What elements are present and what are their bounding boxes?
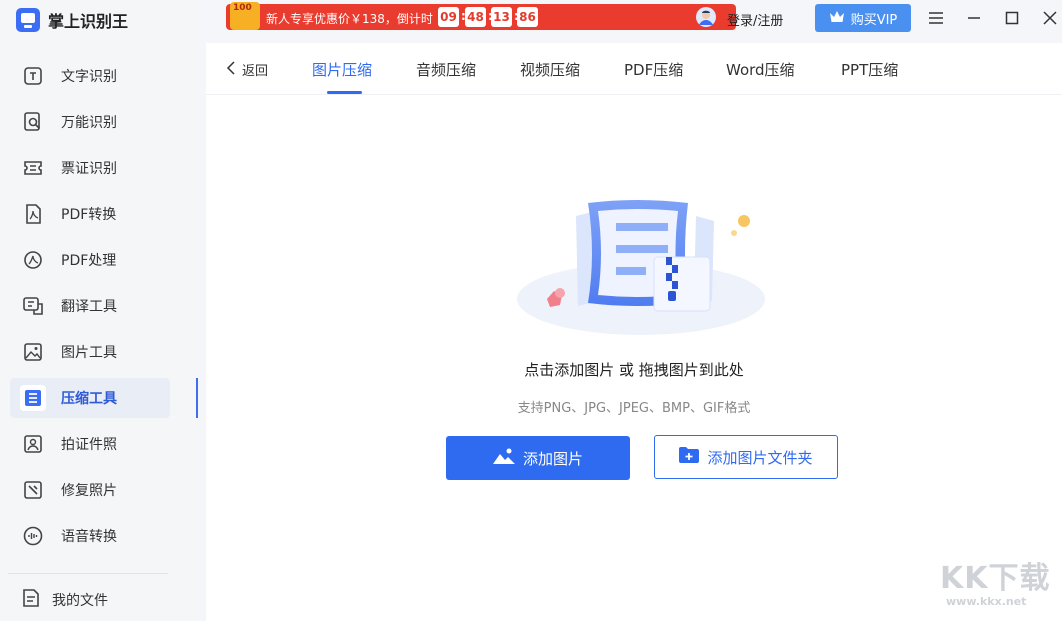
- active-tab-underline: [327, 91, 362, 94]
- tab-image-compress[interactable]: 图片压缩: [312, 59, 372, 80]
- sidebar-item-id-photo[interactable]: 拍证件照: [10, 424, 198, 464]
- watermark-url: www.kkx.net: [946, 595, 1027, 608]
- buy-vip-button[interactable]: 购买VIP: [815, 4, 911, 32]
- universal-recognition-icon: [20, 109, 46, 135]
- close-icon[interactable]: [1040, 8, 1060, 28]
- tab-ppt-compress[interactable]: PPT压缩: [841, 59, 898, 80]
- countdown-ms: 86: [517, 7, 538, 27]
- sidebar-item-label: 拍证件照: [61, 437, 117, 453]
- sidebar-item-label: 语音转换: [61, 529, 117, 545]
- tab-bar: 返回 图片压缩 音频压缩 视频压缩 PDF压缩 Word压缩 PPT压缩: [206, 43, 1062, 95]
- login-label: 登录/注册: [727, 13, 784, 29]
- sidebar-item-label: 压缩工具: [61, 391, 117, 407]
- sidebar-item-pdf-convert[interactable]: PDF转换: [10, 194, 198, 234]
- coupon-badge-text: 100: [233, 3, 252, 13]
- sidebar: 掌上识别王 文字识别 万能识别 票证识别 PDF转换 PDF处理 翻译工具 图片…: [0, 0, 198, 621]
- compress-icon: [20, 385, 46, 411]
- site-watermark: KK下载 www.kkx.net: [940, 561, 1051, 609]
- sidebar-item-label: 翻译工具: [61, 299, 117, 315]
- sidebar-item-label: 票证识别: [61, 161, 117, 177]
- add-image-button[interactable]: 添加图片: [446, 436, 630, 480]
- promo-text: 新人专享优惠价￥138，倒计时: [266, 12, 433, 26]
- minimize-icon[interactable]: [964, 8, 984, 28]
- tab-audio-compress[interactable]: 音频压缩: [416, 59, 476, 80]
- pdf-process-icon: [20, 247, 46, 273]
- buy-vip-label: 购买VIP: [850, 12, 898, 28]
- add-folder-button[interactable]: 添加图片文件夹: [654, 435, 838, 479]
- sidebar-item-label: PDF处理: [61, 253, 117, 269]
- app-title: 掌上识别王: [48, 12, 129, 31]
- back-button[interactable]: 返回: [226, 60, 268, 79]
- app-logo: 掌上识别王: [16, 8, 128, 32]
- sidebar-item-label: 图片工具: [61, 345, 117, 361]
- my-files-button[interactable]: 我的文件: [20, 588, 108, 612]
- ticket-recognition-icon: [20, 155, 46, 181]
- image-tools-icon: [20, 339, 46, 365]
- dropzone-formats: 支持PNG、JPG、JPEG、BMP、GIF格式: [517, 401, 751, 416]
- login-button[interactable]: 登录/注册: [695, 6, 783, 32]
- tab-video-compress[interactable]: 视频压缩: [520, 59, 580, 80]
- sidebar-item-label: 万能识别: [61, 115, 117, 131]
- voice-convert-icon: [20, 523, 46, 549]
- tab-word-compress[interactable]: Word压缩: [726, 59, 795, 80]
- dropzone-title: 点击添加图片 或 拖拽图片到此处: [524, 361, 744, 379]
- sidebar-item-label: 文字识别: [61, 69, 117, 85]
- sidebar-item-photo-repair[interactable]: 修复照片: [10, 470, 198, 510]
- countdown-seconds: 13: [491, 7, 512, 27]
- translate-icon: [20, 293, 46, 319]
- watermark-text: KK下载: [940, 561, 1051, 596]
- compress-illustration[interactable]: [516, 171, 776, 345]
- add-folder-label: 添加图片文件夹: [707, 448, 813, 467]
- active-indicator: [196, 378, 198, 418]
- sidebar-item-universal-recognition[interactable]: 万能识别: [10, 102, 198, 142]
- promo-banner[interactable]: 100 新人专享优惠价￥138，倒计时 09 : 48 : 13 : 86: [226, 2, 736, 30]
- back-label: 返回: [242, 64, 269, 79]
- sidebar-item-pdf-process[interactable]: PDF处理: [10, 240, 198, 280]
- sidebar-item-compress[interactable]: 压缩工具: [10, 378, 170, 418]
- countdown-minutes: 48: [465, 7, 486, 27]
- sidebar-item-voice-convert[interactable]: 语音转换: [10, 516, 198, 556]
- crown-icon: [829, 9, 845, 28]
- sidebar-item-label: 修复照片: [61, 483, 117, 499]
- document-icon: [20, 587, 42, 613]
- tab-pdf-compress[interactable]: PDF压缩: [624, 59, 683, 80]
- title-bar: 100 新人专享优惠价￥138，倒计时 09 : 48 : 13 : 86 登录…: [198, 0, 1062, 40]
- sidebar-item-text-recognition[interactable]: 文字识别: [10, 56, 198, 96]
- maximize-icon[interactable]: [1002, 8, 1022, 28]
- avatar-icon: [695, 6, 717, 32]
- chevron-left-icon: [226, 60, 236, 79]
- sidebar-item-ticket-recognition[interactable]: 票证识别: [10, 148, 198, 188]
- countdown-hours: 09: [438, 7, 459, 27]
- folder-add-icon: [679, 447, 700, 467]
- sidebar-divider: [8, 573, 168, 574]
- id-photo-icon: [20, 431, 46, 457]
- text-recognition-icon: [20, 63, 46, 89]
- photo-repair-icon: [20, 477, 46, 503]
- image-icon: [492, 448, 515, 468]
- main-panel: 返回 图片压缩 音频压缩 视频压缩 PDF压缩 Word压缩 PPT压缩 点击添…: [206, 43, 1062, 621]
- sidebar-item-translate[interactable]: 翻译工具: [10, 286, 198, 326]
- sidebar-item-image-tools[interactable]: 图片工具: [10, 332, 198, 372]
- my-files-label: 我的文件: [52, 593, 108, 609]
- sidebar-nav: 文字识别 万能识别 票证识别 PDF转换 PDF处理 翻译工具 图片工具 压缩工…: [10, 56, 198, 562]
- pdf-convert-icon: [20, 201, 46, 227]
- sidebar-item-label: PDF转换: [61, 207, 117, 223]
- add-image-label: 添加图片: [522, 449, 583, 468]
- coupon-icon: 100: [230, 2, 260, 30]
- menu-icon[interactable]: [926, 8, 946, 28]
- logo-icon: [16, 8, 40, 32]
